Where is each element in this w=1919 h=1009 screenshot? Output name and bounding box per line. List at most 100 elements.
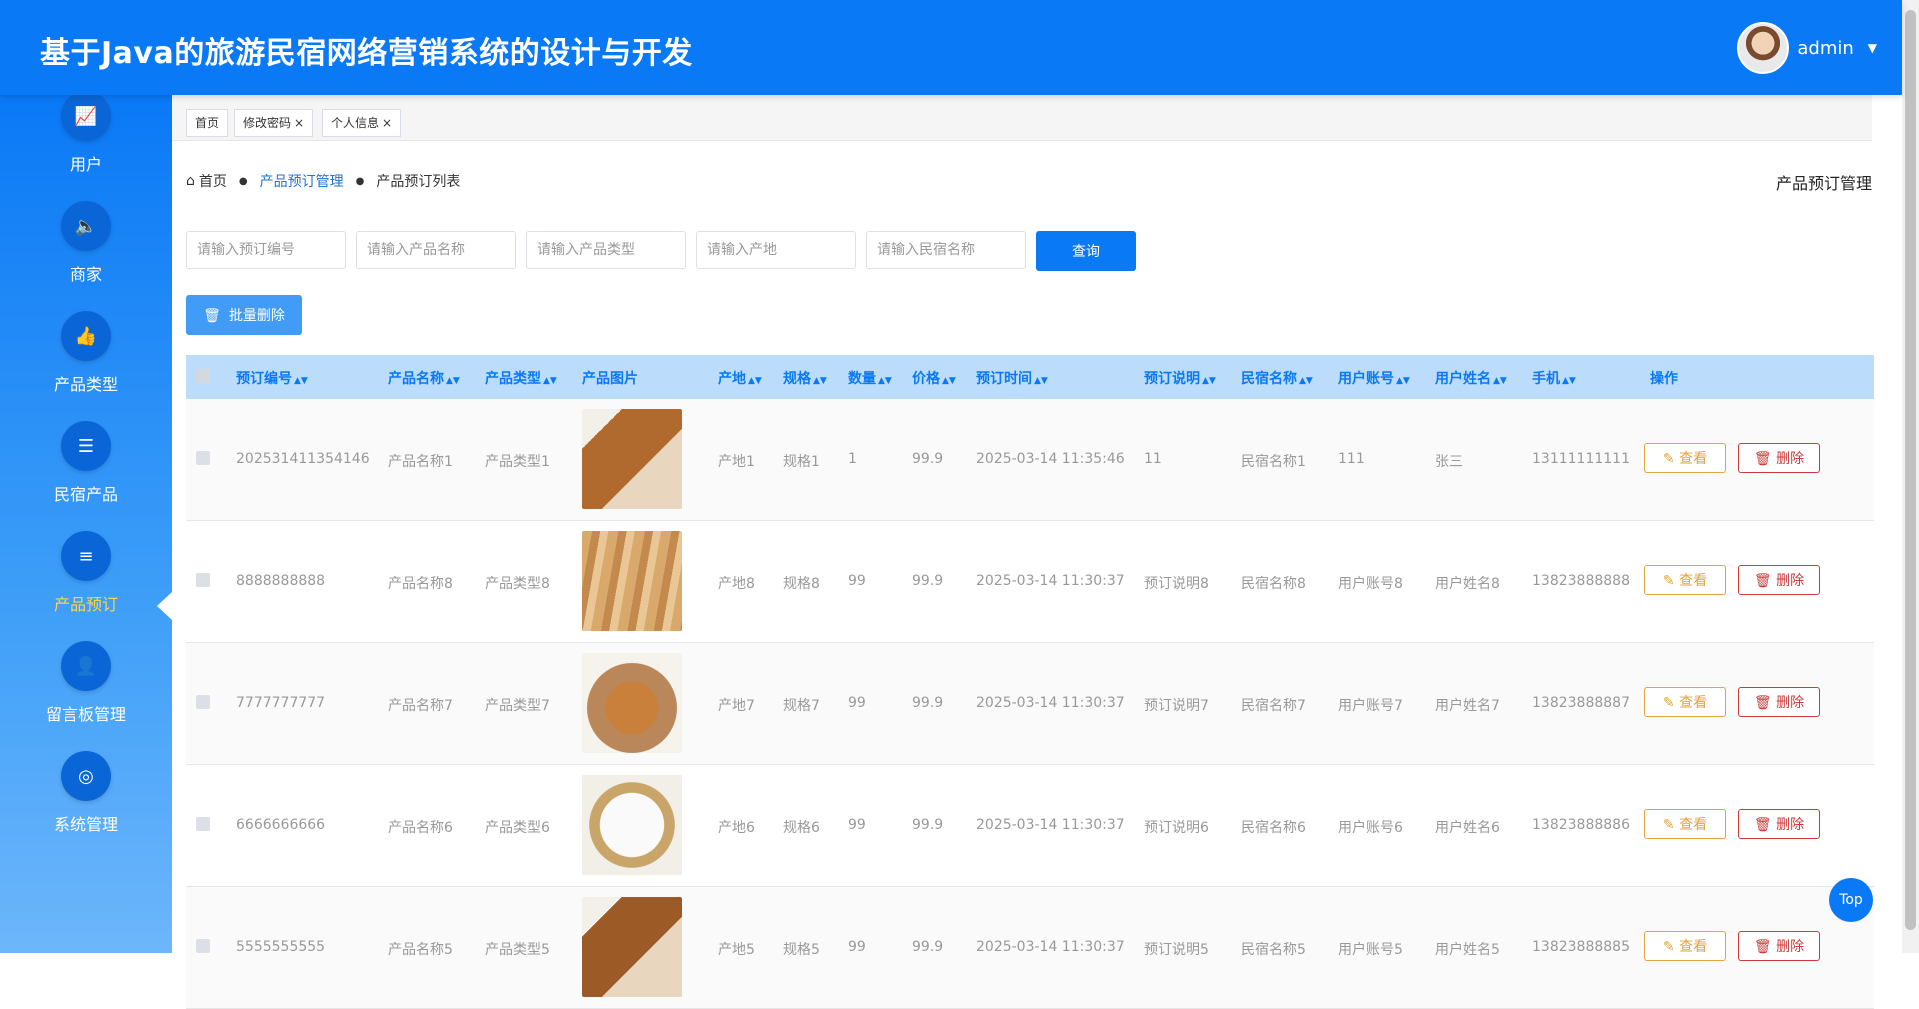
column-header[interactable]: 产品名称 ▲▼ [388, 368, 460, 388]
product-image [582, 531, 682, 631]
delete-button[interactable]: 🗑 删除 [1738, 565, 1820, 595]
sort-icon[interactable]: ▲▼ [878, 376, 892, 386]
search-input-order-id[interactable] [186, 231, 346, 269]
view-button[interactable]: ✎ 查看 [1644, 443, 1726, 473]
cell-origin: 产地1 [718, 454, 755, 470]
search-input-origin[interactable] [696, 231, 856, 269]
tab-label: 修改密码 [243, 116, 292, 130]
search-input-homestay-name[interactable] [866, 231, 1026, 269]
cell-name: 产品名称6 [388, 820, 453, 836]
cell-phone: 13823888887 [1532, 695, 1630, 711]
cell-account: 用户账号7 [1338, 698, 1403, 714]
chevron-down-icon[interactable]: ▼ [1868, 41, 1877, 55]
sort-icon[interactable]: ▲▼ [294, 376, 308, 386]
column-header[interactable]: 用户姓名 ▲▼ [1435, 368, 1507, 388]
avatar[interactable] [1737, 22, 1790, 74]
cell-homestay: 民宿名称5 [1241, 942, 1306, 958]
column-header[interactable]: 数量 ▲▼ [848, 368, 892, 388]
column-header[interactable]: 产品类型 ▲▼ [485, 368, 557, 388]
row-checkbox[interactable] [196, 451, 210, 465]
column-header-label: 预订说明 [1144, 371, 1200, 387]
tab[interactable]: 首页 [186, 109, 229, 137]
scrollbar[interactable] [1902, 0, 1919, 953]
sidebar-item[interactable]: 🔈 商家 [0, 201, 172, 285]
sidebar-item[interactable]: ◎ 系统管理 [0, 751, 172, 835]
column-header[interactable]: 用户账号 ▲▼ [1338, 368, 1410, 388]
sort-icon[interactable]: ▲▼ [543, 376, 557, 386]
view-label: 查看 [1679, 695, 1708, 711]
delete-label: 删除 [1776, 451, 1805, 467]
sort-icon[interactable]: ▲▼ [748, 376, 762, 386]
sidebar-item[interactable]: 👤 留言板管理 [0, 641, 172, 725]
menu-icon: ≡ [61, 531, 111, 581]
cell-username: 用户姓名5 [1435, 942, 1500, 958]
close-icon[interactable]: × [382, 116, 392, 130]
tab[interactable]: 个人信息 × [322, 109, 402, 137]
column-header[interactable]: 预订说明 ▲▼ [1144, 368, 1216, 388]
search-button[interactable]: 查询 [1036, 231, 1136, 271]
sort-icon[interactable]: ▲▼ [942, 376, 956, 386]
delete-button[interactable]: 🗑 删除 [1738, 687, 1820, 717]
scrollbar-thumb[interactable] [1905, 10, 1916, 930]
back-to-top-button[interactable]: Top [1829, 878, 1873, 922]
sidebar-item[interactable]: 👍 产品类型 [0, 311, 172, 395]
breadcrumb-section[interactable]: 产品预订管理 [260, 171, 344, 191]
user-menu[interactable]: admin ▼ [1737, 22, 1877, 74]
sidebar-item-label: 系统管理 [53, 815, 118, 834]
cell-name: 产品名称1 [388, 454, 453, 470]
sort-icon[interactable]: ▲▼ [1562, 376, 1576, 386]
sidebar-item[interactable]: ☰ 民宿产品 [0, 421, 172, 505]
view-label: 查看 [1679, 451, 1708, 467]
sort-icon[interactable]: ▲▼ [1396, 376, 1410, 386]
search-input-product-type[interactable] [526, 231, 686, 269]
search-input-product-name[interactable] [356, 231, 516, 269]
column-header-label: 产品类型 [485, 371, 541, 387]
sidebar-item[interactable]: ≡ 产品预订 [0, 531, 172, 615]
cell-origin: 产地8 [718, 576, 755, 592]
table-row: 7777777777 产品名称7 产品类型7 产地7 规格7 99 99.9 2025-03-… [186, 643, 1874, 765]
sidebar-item[interactable]: 📈 用户 [0, 95, 172, 175]
delete-button[interactable]: 🗑 删除 [1738, 931, 1820, 961]
delete-label: 删除 [1776, 817, 1805, 833]
sort-icon[interactable]: ▲▼ [1493, 376, 1507, 386]
home-icon[interactable]: ⌂ [186, 173, 195, 189]
column-header[interactable]: 价格 ▲▼ [912, 368, 956, 388]
close-icon[interactable]: × [294, 116, 304, 130]
sort-icon[interactable]: ▲▼ [1299, 376, 1313, 386]
column-header-label: 价格 [912, 371, 940, 387]
sort-icon[interactable]: ▲▼ [1202, 376, 1216, 386]
row-checkbox[interactable] [196, 817, 210, 831]
column-header[interactable]: 民宿名称 ▲▼ [1241, 368, 1313, 388]
cell-price: 99.9 [912, 451, 944, 467]
trash-icon: 🗑 [1753, 817, 1772, 833]
cell-name: 产品名称5 [388, 942, 453, 958]
delete-button[interactable]: 🗑 删除 [1738, 809, 1820, 839]
row-checkbox[interactable] [196, 695, 210, 709]
view-button[interactable]: ✎ 查看 [1644, 565, 1726, 595]
view-button[interactable]: ✎ 查看 [1644, 809, 1726, 839]
column-header[interactable]: 预订编号 ▲▼ [236, 368, 308, 388]
sort-icon[interactable]: ▲▼ [446, 376, 460, 386]
cell-homestay: 民宿名称6 [1241, 820, 1306, 836]
product-image [582, 897, 682, 997]
breadcrumb-home[interactable]: 首页 [199, 171, 227, 191]
row-checkbox[interactable] [196, 573, 210, 587]
sort-icon[interactable]: ▲▼ [813, 376, 827, 386]
column-header[interactable]: 手机 ▲▼ [1532, 368, 1576, 388]
sidebar-active-pointer [157, 592, 172, 620]
delete-button[interactable]: 🗑 删除 [1738, 443, 1820, 473]
tab-label: 首页 [195, 116, 220, 130]
column-header[interactable]: 预订时间 ▲▼ [976, 368, 1048, 388]
select-all-checkbox[interactable] [196, 369, 210, 383]
batch-delete-button[interactable]: 🗑 批量删除 [186, 295, 302, 335]
column-header[interactable]: 规格 ▲▼ [783, 368, 827, 388]
column-header-label: 民宿名称 [1241, 371, 1297, 387]
view-button[interactable]: ✎ 查看 [1644, 931, 1726, 961]
view-button[interactable]: ✎ 查看 [1644, 687, 1726, 717]
column-header[interactable]: 产地 ▲▼ [718, 368, 762, 388]
row-checkbox[interactable] [196, 939, 210, 953]
sort-icon[interactable]: ▲▼ [1034, 376, 1048, 386]
username[interactable]: admin [1797, 38, 1853, 59]
tab[interactable]: 修改密码 × [234, 109, 314, 137]
table-row: 6666666666 产品名称6 产品类型6 产地6 规格6 99 99.9 2025-03-… [186, 765, 1874, 887]
